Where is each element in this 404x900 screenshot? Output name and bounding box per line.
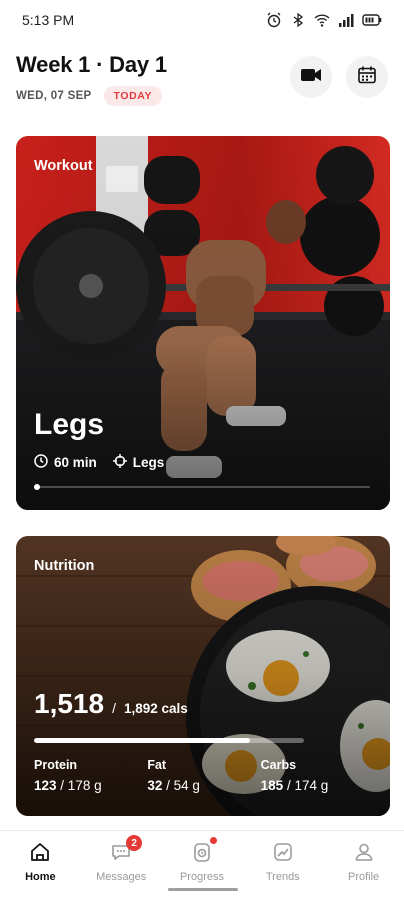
macro-label: Fat — [147, 758, 167, 772]
header-actions — [290, 56, 388, 98]
video-call-button[interactable] — [290, 56, 332, 98]
target-icon — [112, 454, 127, 471]
workout-progress-track — [34, 486, 370, 488]
workout-card[interactable]: Workout Legs 60 min Legs — [16, 136, 390, 510]
macro-label: Carbs — [260, 758, 297, 772]
macro-target: / 54 g — [166, 778, 200, 793]
calories-summary: 1,518 / 1,892 cals — [34, 688, 188, 720]
calories-consumed: 1,518 — [34, 688, 105, 719]
home-icon — [27, 839, 53, 865]
macro-fat: Fat 32 / 54 g — [147, 758, 260, 793]
nav-label: Messages — [96, 871, 147, 883]
macro-consumed: 123 — [34, 778, 57, 793]
video-camera-icon — [300, 67, 322, 88]
status-bar: 5:13 PM — [0, 0, 404, 40]
nav-home[interactable]: Home — [5, 839, 75, 883]
macro-consumed: 185 — [260, 778, 284, 793]
macro-value: 185 / 174 g — [261, 778, 374, 793]
status-time: 5:13 PM — [22, 12, 75, 28]
calories-progress-fill — [34, 738, 250, 743]
alarm-icon — [266, 12, 282, 28]
calories-progress-track — [34, 738, 304, 743]
macros-row: Protein 123 / 178 g Fat 32 / 54 g Carbs … — [34, 758, 374, 793]
workout-focus: Legs — [132, 455, 165, 470]
trends-icon — [270, 839, 296, 865]
workout-meta: 60 min Legs — [34, 454, 164, 471]
clock-icon — [34, 454, 48, 471]
nav-label: Trends — [265, 871, 300, 883]
today-badge[interactable]: TODAY — [103, 86, 163, 106]
home-indicator — [168, 888, 238, 891]
status-icons — [266, 12, 382, 28]
calendar-button[interactable] — [346, 56, 388, 98]
focus-item: Legs — [112, 454, 165, 471]
nutrition-card-label: Nutrition — [34, 558, 95, 574]
workout-progress-indicator — [34, 484, 40, 490]
date-label: WED, 07 SEP — [16, 90, 92, 102]
nav-label: Home — [25, 871, 56, 883]
bluetooth-icon — [290, 12, 306, 28]
wifi-icon — [314, 12, 330, 28]
progress-notification-dot — [209, 837, 217, 844]
macro-target: / 178 g — [60, 778, 102, 793]
signal-icon — [338, 12, 354, 28]
macro-value: 32 / 54 g — [147, 778, 260, 793]
workout-title: Legs — [34, 408, 105, 441]
workout-duration: 60 min — [54, 455, 97, 470]
calories-target: 1,892 cals — [123, 701, 188, 716]
workout-card-label: Workout — [34, 158, 93, 174]
nav-label: Progress — [179, 871, 224, 883]
calories-separator: / — [112, 700, 116, 716]
macro-carbs: Carbs 185 / 174 g — [261, 758, 374, 793]
nav-messages[interactable]: 2 Messages — [86, 835, 156, 883]
macro-value: 123 / 178 g — [34, 778, 147, 793]
nav-profile[interactable]: Profile — [329, 839, 399, 883]
nav-progress[interactable]: Progress — [167, 837, 237, 883]
progress-icon — [189, 837, 217, 865]
nav-trends[interactable]: Trends — [248, 839, 318, 883]
macro-protein: Protein 123 / 178 g — [34, 758, 147, 793]
macro-target: / 174 g — [286, 778, 329, 793]
nutrition-card[interactable]: Nutrition 1,518 / 1,892 cals Protein 123… — [16, 536, 390, 816]
messages-badge: 2 — [126, 835, 143, 851]
battery-icon — [362, 12, 382, 28]
calendar-icon — [357, 65, 377, 90]
macro-label: Protein — [34, 758, 78, 772]
profile-icon — [351, 839, 377, 865]
duration-item: 60 min — [34, 454, 97, 471]
nav-label: Profile — [347, 871, 380, 883]
chat-icon: 2 — [108, 835, 143, 865]
macro-consumed: 32 — [147, 778, 163, 793]
page-header: Week 1 · Day 1 WED, 07 SEP TODAY — [16, 52, 388, 112]
